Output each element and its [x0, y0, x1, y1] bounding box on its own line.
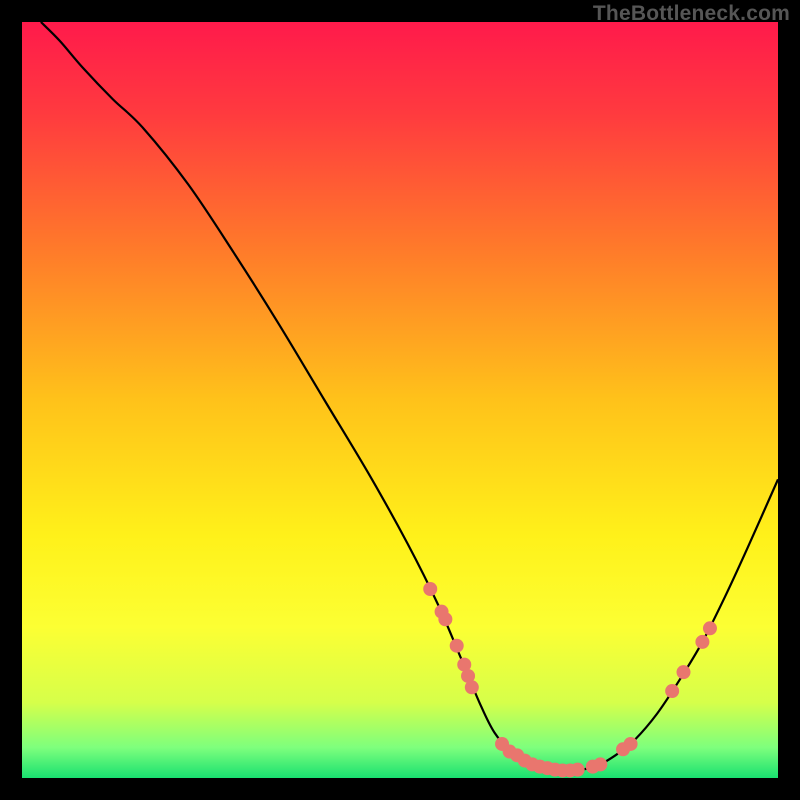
data-marker	[677, 665, 691, 679]
plot-area	[22, 22, 778, 778]
data-marker	[703, 621, 717, 635]
data-marker	[624, 737, 638, 751]
data-marker	[423, 582, 437, 596]
data-marker	[695, 635, 709, 649]
data-marker	[438, 612, 452, 626]
data-marker	[465, 680, 479, 694]
chart-container: TheBottleneck.com	[0, 0, 800, 800]
watermark-text: TheBottleneck.com	[593, 2, 790, 26]
data-marker	[571, 763, 585, 777]
data-marker	[665, 684, 679, 698]
chart-svg	[22, 22, 778, 778]
data-marker	[450, 639, 464, 653]
chart-background	[22, 22, 778, 778]
data-marker	[593, 757, 607, 771]
